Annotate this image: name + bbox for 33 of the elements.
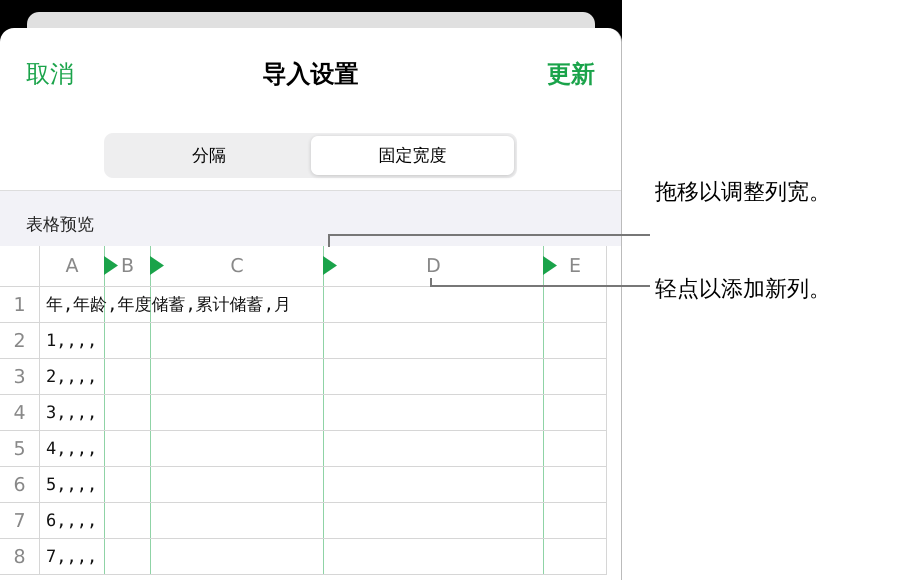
column-header[interactable]: B: [120, 255, 134, 277]
column-header[interactable]: A: [66, 255, 78, 277]
column-header[interactable]: E: [568, 255, 581, 277]
update-button[interactable]: 更新: [547, 58, 595, 90]
callout-text: 拖移以调整列宽。: [655, 180, 832, 206]
cell-text: 3,,,,: [46, 402, 98, 422]
column-marker-icon[interactable]: [323, 256, 337, 275]
segment-tab[interactable]: 分隔: [107, 136, 310, 175]
sheet-title: 导入设置: [262, 59, 358, 90]
row-number: 3: [0, 359, 40, 394]
column-marker-icon[interactable]: [104, 256, 118, 275]
row-number: 8: [0, 539, 40, 574]
cell-text: 4,,,,: [46, 438, 98, 458]
cell-text: 2,,,,: [46, 366, 98, 386]
cancel-button[interactable]: 取消: [26, 58, 74, 90]
row-number: 6: [0, 467, 40, 502]
row-number: 2: [0, 323, 40, 358]
column-marker-icon[interactable]: [150, 256, 164, 275]
column-header[interactable]: C: [230, 255, 244, 277]
section-label: 表格预览: [26, 214, 94, 236]
cell-text: 年,年龄,年度储蓄,累计储蓄,月: [46, 294, 291, 316]
row-number: 4: [0, 395, 40, 430]
cell-text: 6,,,,: [46, 510, 98, 530]
column-marker-icon[interactable]: [543, 256, 557, 275]
row-number: 7: [0, 503, 40, 538]
cell-text: 5,,,,: [46, 474, 98, 494]
callout-text: 轻点以添加新列。: [655, 277, 832, 303]
column-header[interactable]: D: [426, 255, 441, 277]
row-number: 1: [0, 287, 40, 322]
cell-text: 1,,,,: [46, 330, 98, 350]
segment-tab[interactable]: 固定宽度: [310, 136, 514, 175]
cell-text: 7,,,,: [46, 546, 98, 566]
row-number: 5: [0, 431, 40, 466]
